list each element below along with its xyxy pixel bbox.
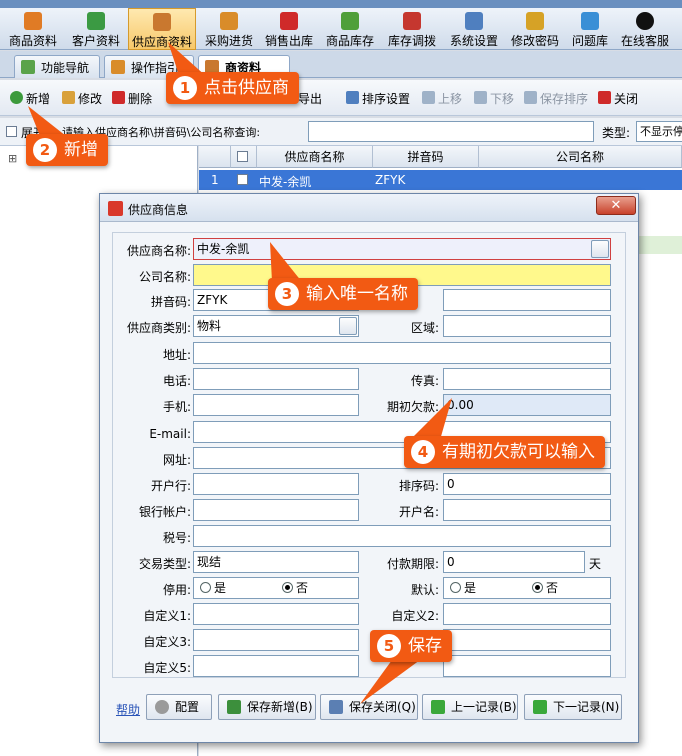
callout-4-arrow	[410, 398, 452, 440]
callout-5-number: 5	[377, 634, 401, 658]
callout-3-text: 输入唯一名称	[306, 284, 408, 304]
callout-2-arrow	[28, 106, 66, 136]
callout-4-text: 有期初欠款可以输入	[442, 442, 595, 462]
callout-4-number: 4	[411, 440, 435, 464]
callout-2: 2 新增	[26, 134, 108, 166]
callout-arrows	[28, 42, 452, 704]
callout-5-arrow	[360, 660, 420, 704]
callout-3: 3 输入唯一名称	[268, 278, 418, 310]
callout-1: 1 点击供应商	[166, 72, 299, 104]
callout-1-text: 点击供应商	[204, 78, 289, 98]
callout-4: 4 有期初欠款可以输入	[404, 436, 605, 468]
callout-5-text: 保存	[408, 636, 442, 656]
callout-2-text: 新增	[64, 140, 98, 160]
callout-1-number: 1	[173, 76, 197, 100]
callout-2-number: 2	[33, 138, 57, 162]
callout-3-arrow	[270, 242, 302, 282]
callout-5: 5 保存	[370, 630, 452, 662]
callout-3-number: 3	[275, 282, 299, 306]
